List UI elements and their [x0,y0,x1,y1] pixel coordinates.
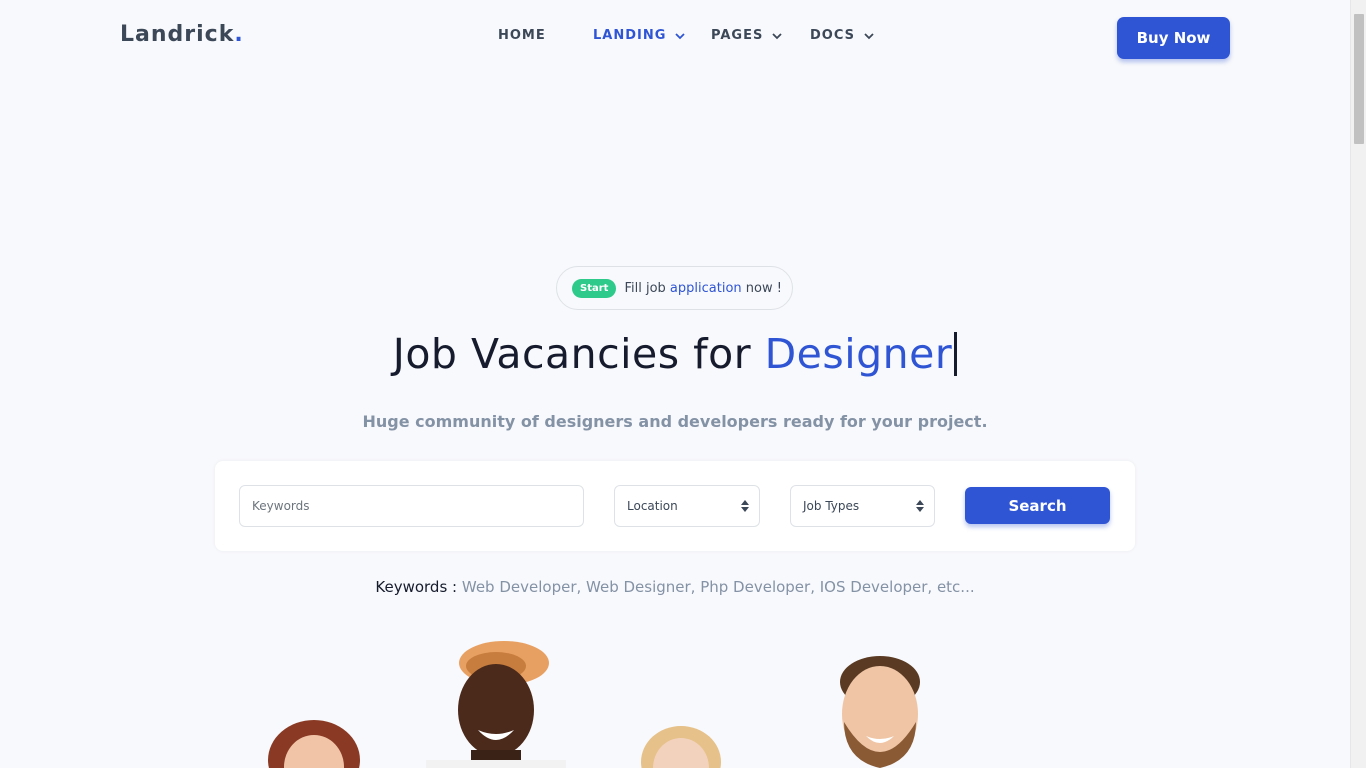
location-select-value: Location [627,499,678,513]
nav-item-label: HOME [498,28,546,43]
hero-title-prefix: Job Vacancies for [392,330,752,378]
hero-title-typed: Designer [764,330,953,378]
sort-arrows-icon [741,500,749,512]
sort-arrows-icon [916,500,924,512]
bearded-man-photo [840,656,920,768]
hero-title: Job Vacancies for Designer [0,330,1350,378]
pill-application-link[interactable]: application [670,281,742,296]
keywords-label: Keywords : [375,578,458,596]
search-button[interactable]: Search [965,487,1110,524]
young-man-curly-hair-photo [426,641,566,768]
job-search-form: Location Job Types Search [215,461,1135,551]
keywords-list: Web Developer, Web Designer, Php Develop… [461,578,975,596]
nav-item-label: DOCS [810,28,855,43]
woman-red-hair-photo [268,720,360,768]
top-navbar: Landrick. HOME LANDING PAGES DOCS Buy No… [0,0,1350,74]
chevron-down-icon [675,32,686,39]
woman-blonde-photo [641,726,721,768]
chevron-down-icon [864,32,874,39]
nav-item-label: LANDING [593,28,667,43]
brand-logo[interactable]: Landrick. [120,22,244,47]
application-pill[interactable]: Start Fill job application now ! [556,266,793,310]
brand-name: Landrick [120,22,235,47]
job-types-select-value: Job Types [803,499,860,513]
buy-now-button[interactable]: Buy Now [1117,17,1230,59]
scrollbar-thumb[interactable] [1354,14,1364,144]
popular-keywords: Keywords : Web Developer, Web Designer, … [0,578,1350,596]
typing-caret [954,332,958,376]
nav-item-label: PAGES [711,28,764,43]
nav-item-landing[interactable]: LANDING [593,28,686,43]
page-scrollbar[interactable] [1350,0,1366,768]
nav-item-home[interactable]: HOME [498,28,546,43]
brand-dot: . [234,22,244,47]
keywords-input[interactable] [252,486,571,526]
nav-item-pages[interactable]: PAGES [711,28,783,43]
job-types-select[interactable]: Job Types [790,485,935,527]
pill-text-after: now ! [745,280,782,296]
hero-subtitle: Huge community of designers and develope… [362,412,988,431]
pill-text-before: Fill job [624,280,666,296]
location-select[interactable]: Location [614,485,760,527]
nav-item-docs[interactable]: DOCS [810,28,875,43]
chevron-down-icon [772,32,782,39]
keywords-field[interactable] [239,485,584,527]
start-badge: Start [572,278,617,298]
